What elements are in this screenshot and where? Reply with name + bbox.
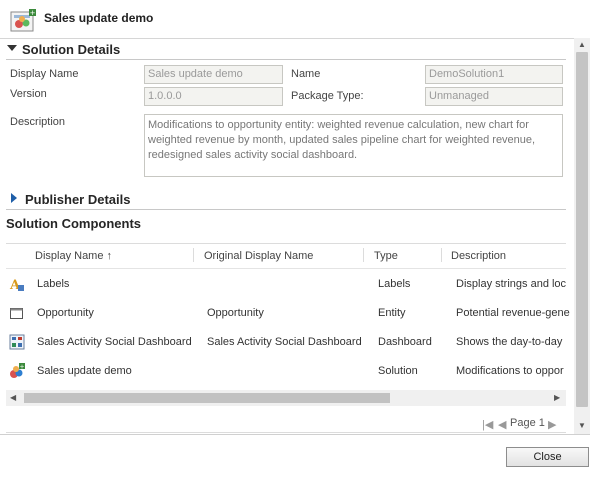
cell-display-name: Opportunity: [37, 307, 94, 319]
column-header-description[interactable]: Description: [451, 250, 506, 262]
table-row[interactable]: Sales Activity Social Dashboard Sales Ac…: [0, 334, 566, 350]
package-type-field[interactable]: Unmanaged: [425, 87, 563, 106]
page-label: Page 1: [510, 417, 545, 429]
header-divider: [0, 38, 590, 39]
cell-type: Labels: [378, 278, 411, 290]
display-name-field[interactable]: Sales update demo: [144, 65, 283, 84]
sort-ascending-icon: ↑: [106, 250, 113, 262]
display-name-label: Display Name: [10, 68, 79, 80]
name-field[interactable]: DemoSolution1: [425, 65, 563, 84]
cell-display-name: Sales Activity Social Dashboard: [37, 336, 192, 348]
cell-description: Shows the day-to-day: [456, 336, 563, 348]
table-row[interactable]: Opportunity Opportunity Entity Potential…: [0, 305, 570, 321]
cell-original-display-name: Opportunity: [207, 307, 264, 319]
cell-original-display-name: Sales Activity Social Dashboard: [207, 336, 362, 348]
entity-icon: [9, 305, 25, 321]
solution-components-heading: Solution Components: [6, 216, 142, 231]
vertical-scroll-thumb[interactable]: [576, 52, 588, 407]
section-divider: [6, 209, 566, 210]
solution-details-heading[interactable]: Solution Details: [22, 42, 120, 57]
horizontal-scroll-thumb[interactable]: [24, 393, 390, 403]
previous-page-icon[interactable]: ◀: [498, 418, 506, 431]
scroll-right-icon[interactable]: ▶: [554, 393, 560, 403]
cell-description: Display strings and loc: [456, 278, 567, 290]
solution-header-icon: +: [10, 9, 36, 33]
close-button[interactable]: Close: [506, 447, 589, 467]
publisher-details-heading[interactable]: Publisher Details: [25, 192, 130, 207]
scroll-down-icon[interactable]: ▼: [578, 421, 586, 431]
page-title: Sales update demo: [44, 11, 154, 25]
svg-text:+: +: [19, 364, 24, 371]
table-row[interactable]: + Sales update demo Solution Modificatio…: [0, 363, 566, 379]
footer-divider: [0, 434, 590, 435]
header-divider: [6, 268, 566, 269]
section-divider: [6, 59, 566, 60]
cell-type: Solution: [378, 365, 418, 377]
solution-icon: +: [9, 363, 25, 379]
description-field[interactable]: Modifications to opportunity entity: wei…: [144, 114, 563, 177]
scroll-left-icon[interactable]: ◀: [10, 393, 16, 403]
cell-type: Entity: [378, 307, 406, 319]
scroll-up-icon[interactable]: ▲: [578, 40, 586, 50]
column-header-display-name[interactable]: Display Name ↑: [35, 250, 112, 262]
cell-description: Modifications to oppor: [456, 365, 564, 377]
version-field[interactable]: 1.0.0.0: [144, 87, 283, 106]
svg-text:+: +: [30, 9, 36, 17]
expand-triangle-icon[interactable]: [11, 193, 17, 203]
package-type-label: Package Type:: [291, 90, 364, 102]
first-page-icon[interactable]: |◀: [482, 418, 493, 431]
column-separator[interactable]: [193, 248, 194, 262]
column-header-original-display-name[interactable]: Original Display Name: [204, 250, 313, 262]
cell-description: Potential revenue-gene: [456, 307, 570, 319]
collapse-triangle-icon[interactable]: [7, 45, 17, 51]
table-row[interactable]: A Labels Labels Display strings and loc: [0, 276, 567, 293]
dashboard-icon: [9, 334, 25, 350]
cell-type: Dashboard: [378, 336, 432, 348]
version-label: Version: [10, 88, 47, 100]
column-header-type[interactable]: Type: [374, 250, 398, 262]
cell-display-name: Sales update demo: [37, 365, 132, 377]
cell-display-name: Labels: [37, 278, 70, 290]
next-page-icon[interactable]: ▶: [548, 418, 556, 431]
description-label: Description: [10, 116, 66, 128]
labels-icon: A: [9, 276, 25, 293]
column-separator[interactable]: [363, 248, 364, 262]
name-label: Name: [291, 68, 321, 80]
column-separator[interactable]: [441, 248, 442, 262]
